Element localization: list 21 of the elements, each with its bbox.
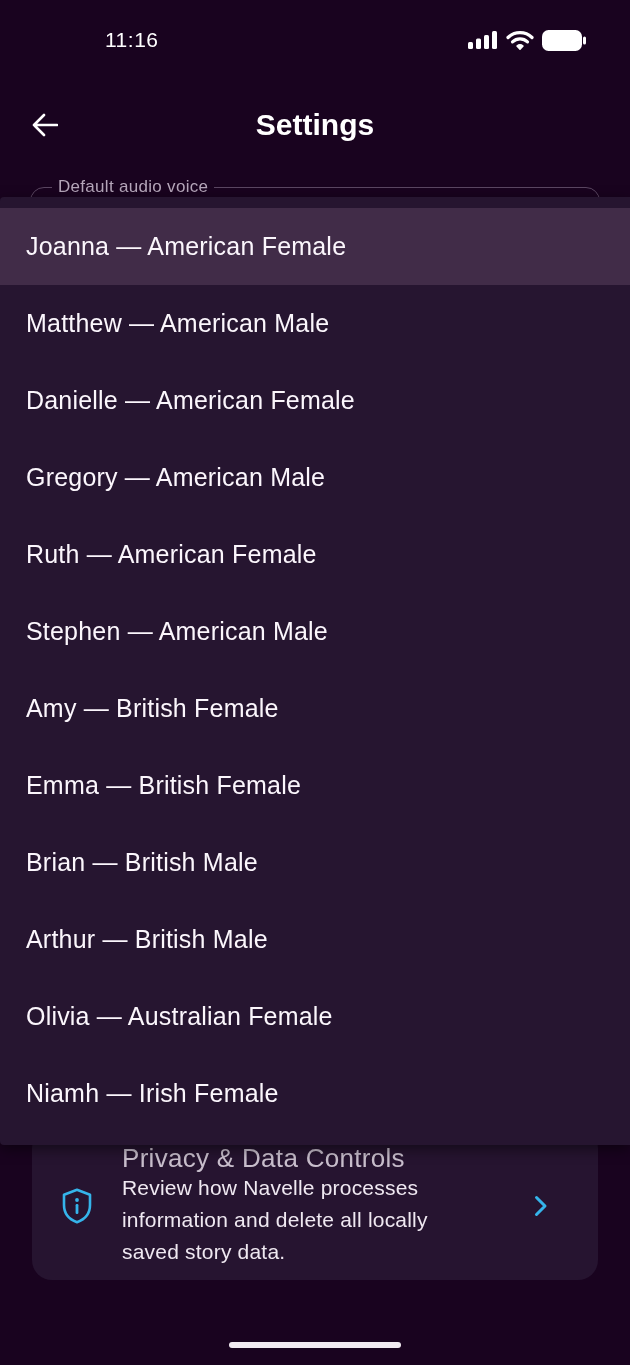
back-arrow-icon <box>32 113 58 137</box>
menu-item[interactable]: Amy — British Female <box>0 670 630 747</box>
menu-item[interactable]: Matthew — American Male <box>0 285 630 362</box>
menu-item[interactable]: Emma — British Female <box>0 747 630 824</box>
signal-icon <box>468 31 498 49</box>
battery-icon <box>542 29 586 51</box>
menu-item[interactable]: Olivia — Australian Female <box>0 978 630 1055</box>
menu-item[interactable]: Gregory — American Male <box>0 439 630 516</box>
card-title: Privacy & Data Controls <box>122 1144 406 1172</box>
card-description: Review how Navelle processes information and delete all locally saved story data. <box>122 1175 429 1265</box>
status-time: 11:16 <box>105 28 159 52</box>
chevron-right-icon <box>534 1195 548 1217</box>
shield-info-icon <box>62 1188 92 1224</box>
menu-item[interactable]: Stephen — American Male <box>0 593 630 670</box>
wifi-icon <box>506 30 534 50</box>
menu-item[interactable]: Ruth — American Female <box>0 516 630 593</box>
menu-item[interactable]: Danielle — American Female <box>0 362 630 439</box>
page-title: Settings <box>255 107 375 143</box>
menu-item[interactable]: Arthur — British Male <box>0 901 630 978</box>
menu-item[interactable]: Joanna — American Female <box>0 208 630 285</box>
menu-item[interactable]: Brian — British Male <box>0 824 630 901</box>
